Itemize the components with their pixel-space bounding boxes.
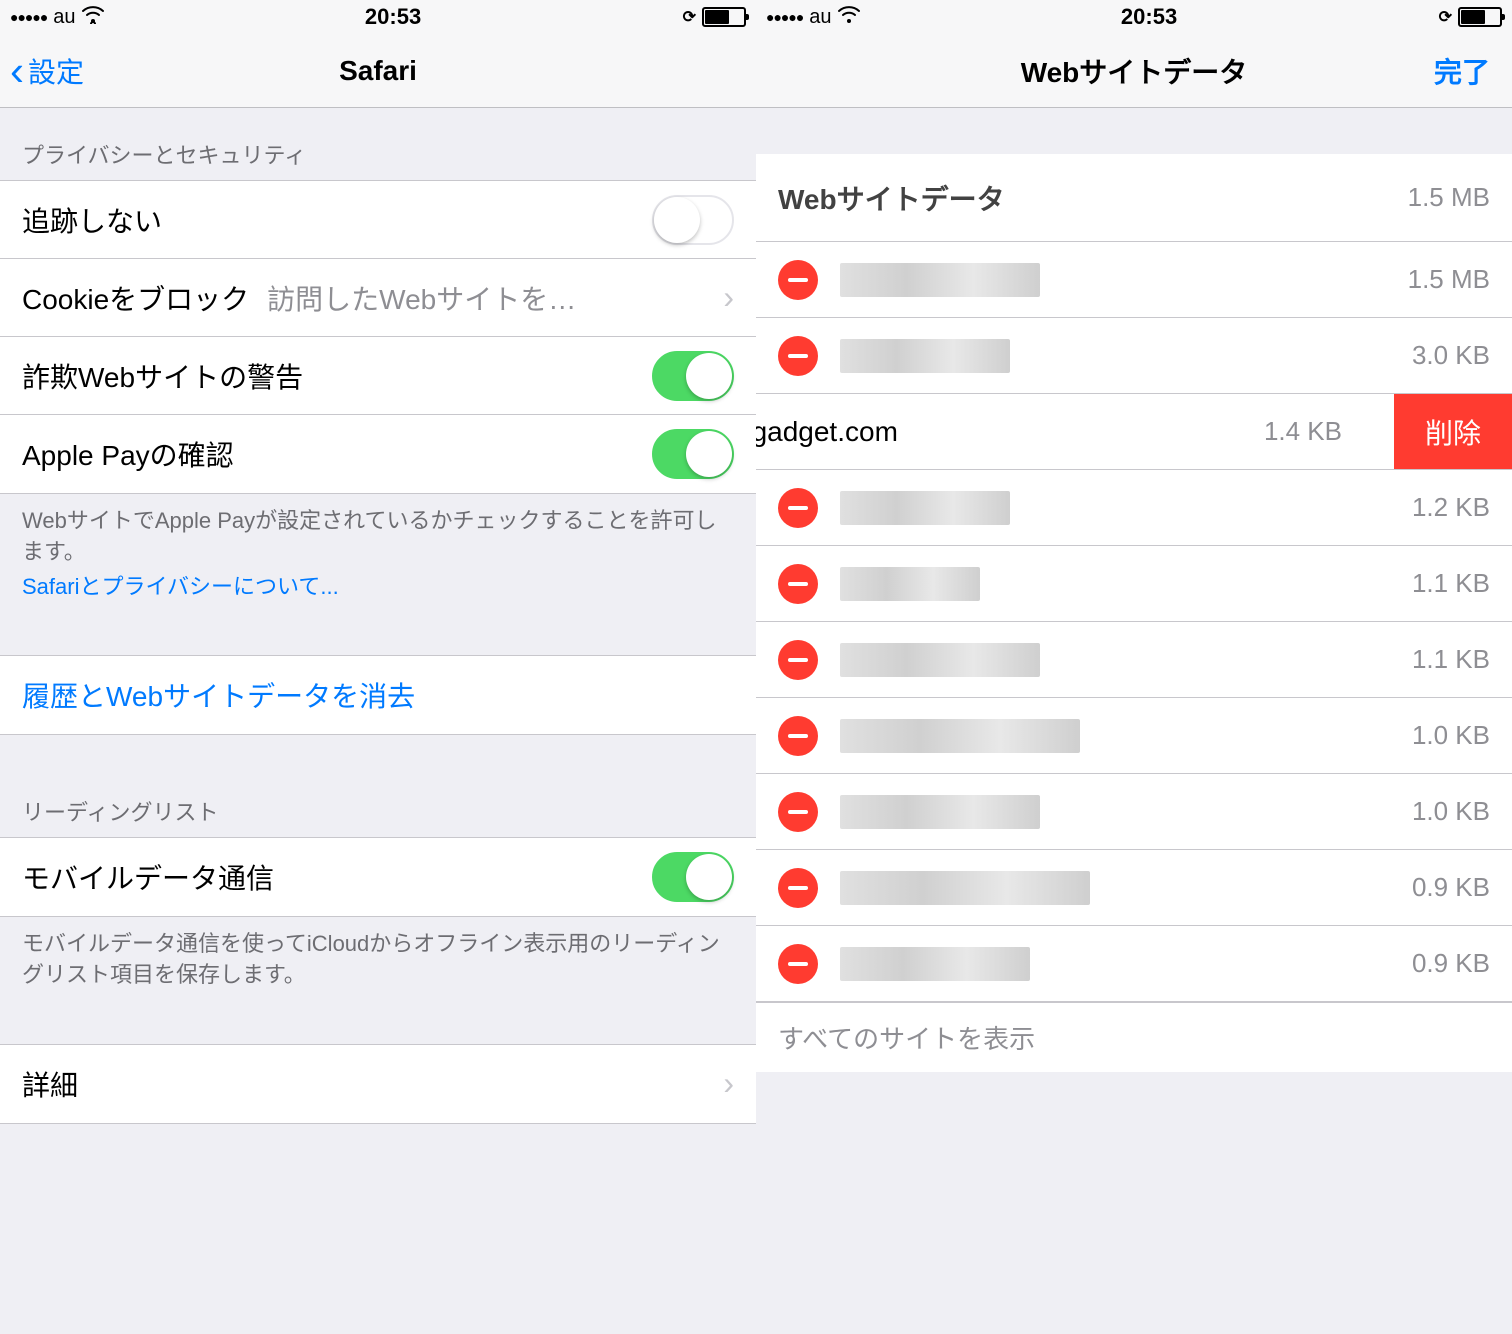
delete-minus-icon[interactable] (778, 336, 818, 376)
site-row-swiped[interactable]: ngadget.com1.4 KB 削除 (756, 394, 1512, 470)
site-domain-redacted (840, 871, 1090, 905)
site-size: 1.0 KB (1412, 796, 1490, 827)
site-domain-redacted (840, 643, 1040, 677)
wifi-icon (838, 6, 860, 29)
site-domain-redacted (840, 263, 1040, 297)
chevron-left-icon: ‹ (10, 50, 24, 92)
battery-icon (1458, 7, 1502, 27)
carrier-label: au (809, 6, 831, 29)
delete-minus-icon[interactable] (778, 488, 818, 528)
orientation-lock-icon: ⟳ (683, 7, 696, 27)
site-row[interactable]: 0.9 KB (756, 926, 1512, 1002)
site-row[interactable]: 1.1 KB (756, 622, 1512, 698)
site-size: 1.5 MB (1408, 264, 1490, 295)
dnt-toggle[interactable] (652, 195, 734, 245)
chevron-right-icon: › (723, 279, 734, 316)
website-data-screen: ●●●●● au 20:53 ⟳ Webサイトデータ 完了 Webサイトデータ … (756, 0, 1512, 1334)
delete-minus-icon[interactable] (778, 564, 818, 604)
site-row[interactable]: 1.0 KB (756, 698, 1512, 774)
page-title: Webサイトデータ (1021, 51, 1248, 91)
page-title: Safari (339, 55, 417, 87)
back-label: 設定 (28, 51, 84, 91)
status-time: 20:53 (1121, 4, 1177, 30)
nav-bar: ‹ 設定 Safari (0, 34, 756, 108)
site-size: 1.1 KB (1412, 568, 1490, 599)
clear-history-label: 履歴とWebサイトデータを消去 (22, 675, 415, 715)
site-domain-redacted (840, 567, 980, 601)
delete-minus-icon[interactable] (778, 944, 818, 984)
cookie-block-value: 訪問したWebサイトを… (267, 278, 713, 318)
mobile-data-row[interactable]: モバイルデータ通信 (0, 838, 756, 916)
site-row[interactable]: 1.2 KB (756, 470, 1512, 546)
show-all-sites-row[interactable]: すべてのサイトを表示 (756, 1002, 1512, 1072)
back-button[interactable]: ‹ 設定 (10, 50, 84, 92)
site-domain-redacted (840, 719, 1080, 753)
apple-pay-label: Apple Payの確認 (22, 434, 234, 474)
site-domain-redacted (840, 491, 1010, 525)
mobile-data-toggle[interactable] (652, 852, 734, 902)
apple-pay-footer: WebサイトでApple Payが設定されているかチェックすることを許可します。… (0, 494, 756, 610)
safari-privacy-link[interactable]: Safariとプライバシーについて... (22, 572, 339, 603)
reading-list-header: リーディングリスト (0, 735, 756, 837)
apple-pay-row[interactable]: Apple Payの確認 (0, 415, 756, 493)
site-domain-redacted (840, 339, 1010, 373)
status-bar: ●●●●● au 20:53 ⟳ (756, 0, 1512, 34)
status-bar: ●●●●● au 20:53 ⟳ (0, 0, 756, 34)
site-row[interactable]: 3.0 KB (756, 318, 1512, 394)
dnt-label: 追跡しない (22, 200, 162, 240)
mobile-data-label: モバイルデータ通信 (22, 857, 274, 897)
status-time: 20:53 (365, 4, 421, 30)
delete-minus-icon[interactable] (778, 868, 818, 908)
site-size: 0.9 KB (1412, 872, 1490, 903)
block-cookies-row[interactable]: Cookieをブロック 訪問したWebサイトを… › (0, 259, 756, 337)
chevron-right-icon: › (723, 1065, 734, 1102)
delete-minus-icon[interactable] (778, 640, 818, 680)
do-not-track-row[interactable]: 追跡しない (0, 181, 756, 259)
site-size: 1.4 KB (1264, 416, 1352, 447)
site-domain-redacted (840, 795, 1040, 829)
site-domain-redacted (840, 947, 1030, 981)
site-row[interactable]: 1.5 MB (756, 242, 1512, 318)
advanced-label: 詳細 (22, 1064, 78, 1104)
safari-settings-screen: ●●●●● au 20:53 ⟳ ‹ 設定 Safari プライバシーとセキュリ… (0, 0, 756, 1334)
delete-minus-icon[interactable] (778, 260, 818, 300)
privacy-section-header: プライバシーとセキュリティ (0, 108, 756, 180)
signal-dots-icon: ●●●●● (10, 9, 47, 25)
site-row[interactable]: 1.0 KB (756, 774, 1512, 850)
wifi-icon (82, 6, 104, 29)
signal-dots-icon: ●●●●● (766, 9, 803, 25)
mobile-data-footer: モバイルデータ通信を使ってiCloudからオフライン表示用のリーディングリスト項… (0, 917, 756, 999)
fraud-warn-label: 詐欺Webサイトの警告 (22, 356, 303, 396)
delete-button[interactable]: 削除 (1394, 394, 1512, 469)
fraud-warning-row[interactable]: 詐欺Webサイトの警告 (0, 337, 756, 415)
site-size: 1.2 KB (1412, 492, 1490, 523)
website-data-summary: Webサイトデータ 1.5 MB (756, 154, 1512, 242)
advanced-row[interactable]: 詳細 › (0, 1045, 756, 1123)
cookie-block-label: Cookieをブロック (22, 278, 249, 318)
clear-history-row[interactable]: 履歴とWebサイトデータを消去 (0, 656, 756, 734)
apple-pay-toggle[interactable] (652, 429, 734, 479)
delete-minus-icon[interactable] (778, 716, 818, 756)
site-row[interactable]: 1.1 KB (756, 546, 1512, 622)
site-size: 1.1 KB (1412, 644, 1490, 675)
data-total-size: 1.5 MB (1408, 182, 1490, 213)
delete-minus-icon[interactable] (778, 792, 818, 832)
site-size: 1.0 KB (1412, 720, 1490, 751)
done-button[interactable]: 完了 (1434, 51, 1490, 91)
site-size: 0.9 KB (1412, 948, 1490, 979)
orientation-lock-icon: ⟳ (1439, 7, 1452, 27)
carrier-label: au (53, 6, 75, 29)
site-domain: ngadget.com (756, 416, 1264, 448)
fraud-warn-toggle[interactable] (652, 351, 734, 401)
site-row[interactable]: 0.9 KB (756, 850, 1512, 926)
data-header-title: Webサイトデータ (778, 178, 1005, 218)
battery-icon (702, 7, 746, 27)
site-size: 3.0 KB (1412, 340, 1490, 371)
nav-bar: Webサイトデータ 完了 (756, 34, 1512, 108)
